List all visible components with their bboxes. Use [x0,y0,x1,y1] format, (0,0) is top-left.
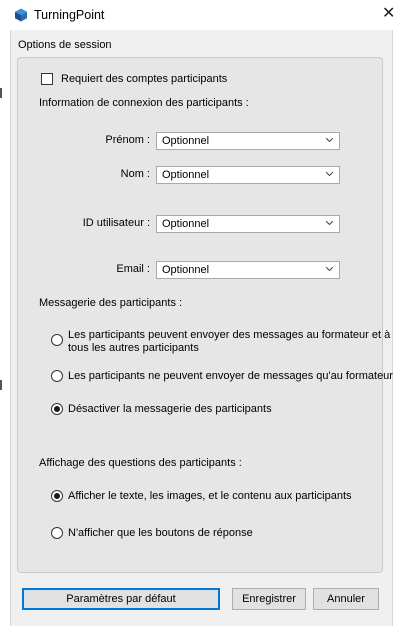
first-name-select[interactable]: Optionnel [156,132,340,150]
background-edge-mark [0,88,2,98]
last-name-select[interactable]: Optionnel [156,166,340,184]
save-button[interactable]: Enregistrer [232,588,306,610]
messaging-all-label-line1[interactable]: Les participants peuvent envoyer des mes… [68,328,390,342]
email-select[interactable]: Optionnel [156,261,340,279]
background-edge-mark [0,380,2,390]
require-accounts-label[interactable]: Requiert des comptes participants [61,72,227,86]
display-buttons-only-label[interactable]: N'afficher que les boutons de réponse [68,526,253,540]
turningpoint-cube-icon [15,8,27,22]
window-right-border [392,30,393,626]
chevron-down-icon [326,267,333,271]
email-label: Email : [116,263,150,275]
login-info-title: Information de connexion des participant… [39,97,249,109]
display-full-content-radio[interactable] [51,490,63,502]
display-full-content-label[interactable]: Afficher le texte, les images, et le con… [68,489,352,503]
messaging-trainer-only-label[interactable]: Les participants ne peuvent envoyer de m… [68,369,393,383]
window-title: TurningPoint [34,8,105,22]
chevron-down-icon [326,172,333,176]
messaging-trainer-only-radio[interactable] [51,370,63,382]
first-name-label: Prénom : [105,134,150,146]
chevron-down-icon [326,221,333,225]
last-name-label: Nom : [120,168,150,180]
require-accounts-checkbox[interactable] [41,73,53,85]
user-id-label: ID utilisateur : [82,217,150,229]
session-options-title: Options de session [18,39,112,51]
user-id-select[interactable]: Optionnel [156,215,340,233]
display-buttons-only-radio[interactable] [51,527,63,539]
last-name-value: Optionnel [162,169,210,181]
email-value: Optionnel [162,264,210,276]
chevron-down-icon [326,138,333,142]
messaging-all-label-line2[interactable]: tous les autres participants [68,341,199,355]
display-title: Affichage des questions des participants… [39,457,242,469]
close-icon[interactable]: ✕ [382,5,395,23]
user-id-value: Optionnel [162,218,210,230]
messaging-title: Messagerie des participants : [39,297,183,309]
messaging-disabled-radio[interactable] [51,403,63,415]
cancel-button[interactable]: Annuler [313,588,379,610]
default-settings-button[interactable]: Paramètres par défaut [22,588,220,610]
radio-selected-dot [54,493,60,499]
messaging-disabled-label[interactable]: Désactiver la messagerie des participant… [68,402,272,416]
first-name-value: Optionnel [162,135,210,147]
messaging-all-radio[interactable] [51,334,63,346]
radio-selected-dot [54,406,60,412]
